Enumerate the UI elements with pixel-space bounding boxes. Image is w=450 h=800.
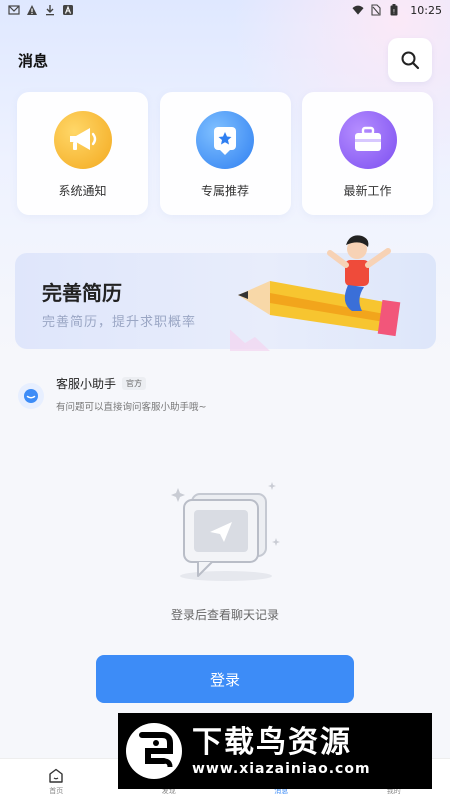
card-label: 系统通知	[58, 184, 107, 198]
customer-service-item[interactable]: 客服小助手 官方 有问题可以直接询问客服小助手哦~	[18, 375, 432, 419]
card-label: 专属推荐	[200, 184, 249, 198]
no-sim-icon	[370, 4, 382, 16]
login-button[interactable]: 登录	[96, 655, 354, 703]
page-title: 消息	[18, 51, 49, 70]
quick-entry-cards: 系统通知 专属推荐 最新工作	[17, 92, 433, 215]
tab-home[interactable]: 首页	[0, 759, 113, 800]
official-badge: 官方	[122, 377, 147, 390]
banner-title: 完善简历	[42, 281, 122, 305]
watermark-url: www.xiazainiao.com	[192, 761, 371, 777]
chat-bubble-icon	[24, 389, 38, 403]
avatar	[18, 383, 44, 409]
mail-icon	[8, 4, 20, 16]
status-time: 10:25	[410, 3, 442, 17]
resume-banner[interactable]: 完善简历 完善简历，提升求职概率	[15, 235, 436, 351]
watermark: 下载鸟资源 www.xiazainiao.com	[118, 713, 432, 789]
card-new-jobs[interactable]: 最新工作	[302, 92, 433, 215]
briefcase-icon	[338, 111, 397, 169]
card-system-notice[interactable]: 系统通知	[17, 92, 148, 215]
empty-chat-illustration	[171, 482, 280, 581]
banner-subtitle: 完善简历，提升求职概率	[42, 315, 197, 330]
star-badge-icon	[196, 111, 254, 169]
battery-icon: !	[388, 4, 400, 16]
home-icon	[49, 768, 63, 783]
tab-label: 首页	[49, 787, 64, 795]
svg-text:!: !	[393, 9, 395, 16]
status-bar: ! 10:25	[0, 0, 450, 20]
page-header: 消息	[18, 38, 432, 82]
card-recommend[interactable]: 专属推荐	[159, 92, 291, 215]
cs-name: 客服小助手	[56, 377, 117, 391]
watermark-title: 下载鸟资源	[192, 725, 352, 760]
app-a-icon	[62, 4, 74, 16]
megaphone-icon	[53, 111, 112, 169]
pencil-rider-illustration	[230, 235, 401, 351]
search-button[interactable]	[388, 38, 432, 82]
search-icon	[401, 51, 420, 70]
download-icon	[44, 4, 56, 16]
cs-last-message: 有问题可以直接询问客服小助手哦~	[56, 402, 207, 413]
warning-icon	[26, 4, 38, 16]
bird-logo-icon	[126, 723, 182, 779]
card-label: 最新工作	[343, 184, 392, 198]
wifi-icon	[352, 4, 364, 16]
empty-state-text: 登录后查看聊天记录	[170, 608, 279, 622]
